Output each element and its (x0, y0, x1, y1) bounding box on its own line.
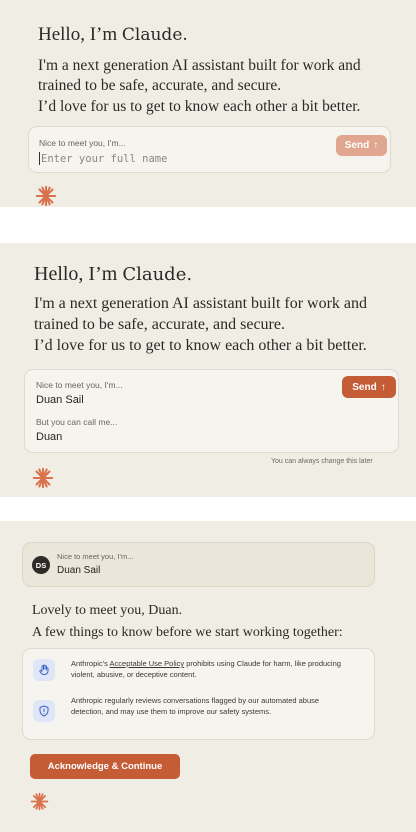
reply-intro: A few things to know before we start wor… (32, 625, 343, 640)
send-button[interactable]: Send ↑ (336, 135, 387, 156)
arrow-up-icon: ↑ (380, 381, 386, 393)
notice-review: Anthropic regularly reviews conversation… (33, 696, 364, 730)
acceptable-use-policy-link[interactable]: Acceptable Use Policy (110, 659, 185, 668)
greeting-prefix: Hello, I’m (38, 24, 118, 45)
message-label: Nice to meet you, I'm... (57, 552, 134, 561)
notice-usage-policy-text: Anthropic's Acceptable Use Policy prohib… (71, 659, 341, 680)
intro-text-2: I’d love for us to get to know each othe… (34, 337, 367, 354)
onboarding-step-name-empty: Hello, I’m Claude. I'm a next generation… (0, 0, 416, 207)
claude-spark-icon (32, 467, 54, 489)
change-later-hint: You can always change this later (271, 458, 373, 465)
greeting-title: Hello, I’m Claude. (38, 24, 188, 46)
greeting-title: Hello, I’m Claude. (34, 263, 192, 286)
nickname-label: But you can call me... (36, 417, 118, 427)
onboarding-step-name-filled: Hello, I’m Claude. I'm a next generation… (0, 243, 416, 497)
notice-usage-policy: Anthropic's Acceptable Use Policy prohib… (33, 659, 364, 687)
name-input-placeholder[interactable]: Enter your full name (41, 153, 167, 165)
claude-spark-icon (35, 185, 57, 207)
notices-card: Anthropic's Acceptable Use Policy prohib… (22, 648, 375, 740)
greeting-name: Claude. (122, 264, 193, 285)
nickname-input[interactable]: Duan (36, 431, 62, 443)
name-label: Nice to meet you, I'm... (39, 138, 126, 148)
shield-alert-icon (33, 700, 55, 722)
acknowledge-continue-button[interactable]: Acknowledge & Continue (30, 754, 180, 779)
send-button[interactable]: Send ↑ (342, 376, 396, 398)
intro-text: I'm a next generation AI assistant built… (34, 295, 368, 333)
name-form-card: Nice to meet you, I'm... Duan Sail But y… (24, 369, 399, 453)
greeting-name: Claude. (121, 25, 188, 45)
text-caret (39, 152, 40, 165)
reply-greeting: Lovely to meet you, Duan. (32, 603, 183, 618)
intro-text-2: I’d love for us to get to know each othe… (38, 98, 361, 115)
name-label: Nice to meet you, I'm... (36, 380, 123, 390)
greeting-prefix: Hello, I’m (34, 263, 118, 285)
name-input-card[interactable]: Nice to meet you, I'm... Enter your full… (28, 126, 391, 173)
notice-review-text: Anthropic regularly reviews conversation… (71, 696, 320, 716)
arrow-up-icon: ↑ (373, 140, 379, 151)
notice-prefix: Anthropic's (71, 659, 108, 668)
claude-spark-icon (30, 792, 49, 811)
message-value: Duan Sail (57, 565, 101, 576)
intro-text: I'm a next generation AI assistant built… (38, 57, 361, 94)
user-message-bubble: DS Nice to meet you, I'm... Duan Sail (22, 542, 375, 587)
name-input[interactable]: Duan Sail (36, 394, 84, 406)
onboarding-step-acknowledge: DS Nice to meet you, I'm... Duan Sail Lo… (0, 521, 416, 832)
send-label: Send (344, 140, 370, 151)
send-label: Send (352, 381, 377, 393)
hand-stop-icon (33, 659, 55, 681)
user-avatar: DS (32, 556, 50, 574)
